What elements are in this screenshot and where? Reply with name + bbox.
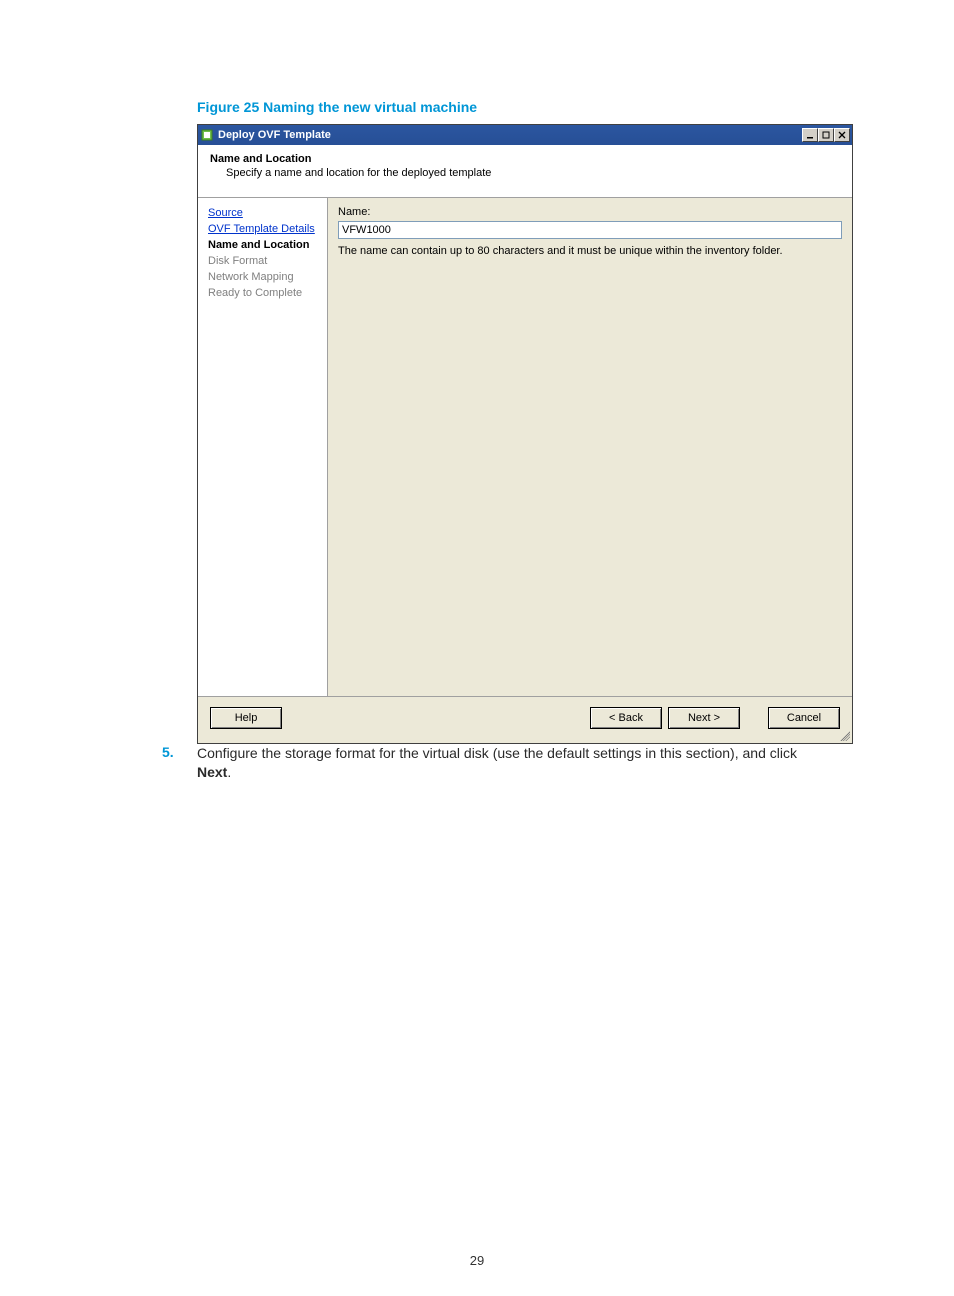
wizard-step-desc: Specify a name and location for the depl… [210, 167, 840, 179]
step-text-a: Configure the storage format for the vir… [197, 745, 797, 761]
wizard-step-title: Name and Location [210, 153, 840, 165]
nav-name-location: Name and Location [208, 238, 317, 252]
wizard-content: Name: The name can contain up to 80 char… [328, 198, 852, 696]
wizard-body: Source OVF Template Details Name and Loc… [198, 198, 852, 696]
page-number: 29 [0, 1253, 954, 1268]
minimize-icon[interactable] [802, 128, 818, 142]
wizard-nav: Source OVF Template Details Name and Loc… [198, 198, 328, 696]
app-icon [200, 128, 214, 142]
deploy-ovf-dialog: Deploy OVF Template Name and Location Sp… [197, 124, 853, 744]
help-button[interactable]: Help [210, 707, 282, 729]
nav-source[interactable]: Source [208, 206, 317, 220]
name-helper-text: The name can contain up to 80 characters… [338, 245, 842, 257]
close-icon[interactable] [834, 128, 850, 142]
resize-grip-icon[interactable] [838, 729, 850, 741]
maximize-icon[interactable] [818, 128, 834, 142]
cancel-button[interactable]: Cancel [768, 707, 840, 729]
step-number: 5. [162, 744, 174, 760]
nav-ovf-details[interactable]: OVF Template Details [208, 222, 317, 236]
step-text-bold: Next [197, 764, 227, 780]
step-text-b: . [227, 764, 231, 780]
titlebar: Deploy OVF Template [198, 125, 852, 145]
name-label: Name: [338, 206, 842, 218]
nav-disk-format: Disk Format [208, 254, 317, 268]
vm-name-input[interactable] [338, 221, 842, 239]
nav-ready-complete: Ready to Complete [208, 286, 317, 300]
next-button[interactable]: Next > [668, 707, 740, 729]
back-button[interactable]: < Back [590, 707, 662, 729]
wizard-header: Name and Location Specify a name and loc… [198, 145, 852, 198]
nav-network-mapping: Network Mapping [208, 270, 317, 284]
figure-caption: Figure 25 Naming the new virtual machine [197, 99, 477, 115]
window-title: Deploy OVF Template [218, 129, 802, 141]
wizard-footer: Help < Back Next > Cancel [198, 696, 852, 743]
